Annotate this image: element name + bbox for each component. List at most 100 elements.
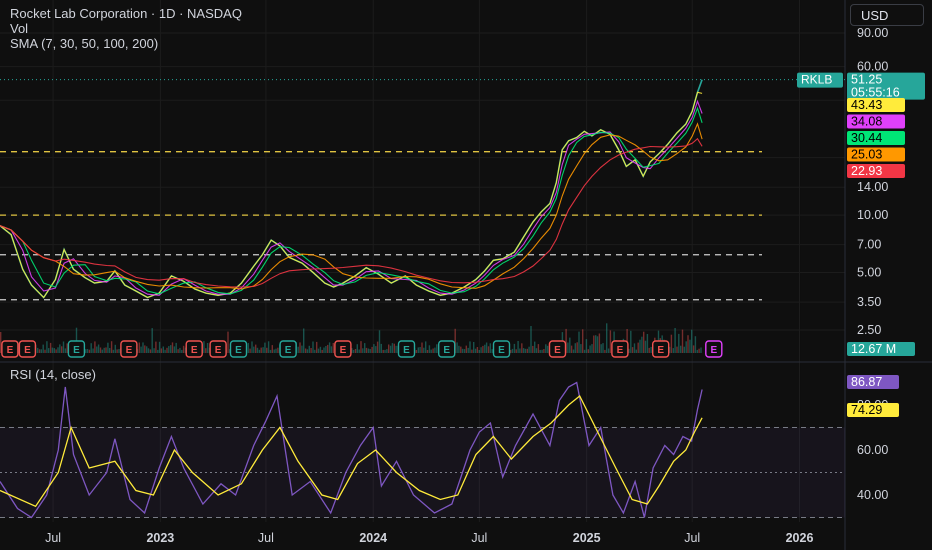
earnings-marker-label[interactable]: E: [443, 345, 450, 356]
volume-bar: [146, 346, 148, 353]
volume-bar: [637, 342, 639, 353]
earnings-marker-label[interactable]: E: [554, 345, 561, 356]
volume-bar: [53, 348, 55, 353]
volume-value-label: 12.67 M: [851, 342, 896, 356]
volume-bar: [591, 344, 593, 353]
volume-bar: [595, 335, 597, 353]
volume-bar: [513, 343, 516, 353]
volume-bar: [105, 347, 107, 353]
volume-bar: [64, 348, 67, 353]
earnings-marker-label[interactable]: E: [126, 345, 133, 356]
volume-bar: [546, 345, 549, 353]
volume-bar: [48, 348, 50, 353]
earnings-marker-label[interactable]: E: [191, 345, 198, 356]
volume-bar: [205, 348, 207, 353]
volume-bar: [696, 349, 698, 353]
volume-bar: [521, 343, 523, 353]
earnings-marker-label[interactable]: E: [215, 345, 222, 356]
volume-bar: [62, 341, 65, 353]
price-tick-label: 2.50: [857, 323, 881, 337]
volume-bar: [585, 339, 588, 353]
volume-bar: [138, 342, 140, 353]
sma-line: [0, 137, 703, 288]
earnings-marker-label[interactable]: E: [235, 345, 242, 356]
volume-bar: [55, 349, 57, 353]
volume-bar: [650, 347, 652, 353]
volume-bar: [177, 349, 179, 353]
volume-bar: [683, 346, 685, 353]
volume-bar: [365, 347, 368, 353]
volume-bar: [458, 345, 460, 353]
volume-bar: [510, 349, 512, 353]
volume-bar: [700, 347, 702, 353]
volume-bar: [168, 346, 170, 353]
volume-bar: [356, 344, 358, 353]
earnings-marker-label[interactable]: E: [7, 345, 14, 356]
time-axis[interactable]: Jul 2023 Jul 2024 Jul 2025 Jul 2026: [45, 531, 813, 545]
volume-bar: [227, 331, 229, 353]
chart-title: Rocket Lab Corporation · 1D · NASDAQ: [10, 6, 242, 21]
volume-bar: [515, 349, 517, 353]
volume-bar: [386, 349, 388, 353]
earnings-marker-label[interactable]: E: [617, 345, 624, 356]
volume-bar: [648, 347, 650, 353]
volume-bar: [574, 343, 576, 353]
volume-bar: [423, 347, 425, 353]
volume-bar: [86, 349, 89, 353]
price-chart[interactable]: EEEEEEEEEEEEEEEE 90.0060.0040.0020.0014.…: [0, 0, 932, 550]
earnings-marker-label[interactable]: E: [710, 345, 717, 356]
volume-bar: [66, 343, 68, 353]
volume-bar: [151, 328, 153, 353]
volume-bar: [57, 347, 59, 353]
volume-bar: [107, 342, 109, 353]
earnings-marker-label[interactable]: E: [657, 345, 664, 356]
volume-bar: [543, 349, 545, 353]
sma-legend[interactable]: SMA (7, 30, 50, 100, 200): [10, 36, 158, 51]
volume-bar: [389, 345, 392, 353]
earnings-marker-label[interactable]: E: [403, 345, 410, 356]
volume-bar: [434, 347, 436, 353]
sma-lines: [0, 91, 703, 299]
volume-bar: [142, 342, 144, 353]
volume-bar: [297, 346, 299, 353]
rsi-legend[interactable]: RSI (14, close): [10, 367, 96, 382]
volume-bar: [103, 347, 105, 353]
currency-button[interactable]: USD: [850, 4, 924, 26]
volume-bar: [689, 339, 691, 353]
rsi-value-label: 86.87: [851, 375, 882, 389]
earnings-marker-label[interactable]: E: [285, 345, 292, 356]
volume-bar: [362, 348, 364, 353]
earnings-marker-label[interactable]: E: [24, 345, 31, 356]
volume-bar: [332, 343, 334, 353]
volume-bar: [88, 349, 91, 353]
volume-bar: [255, 344, 257, 353]
volume-bar: [415, 350, 418, 353]
earnings-marker-label[interactable]: E: [340, 345, 347, 356]
volume-bar: [534, 341, 536, 353]
volume-bar: [378, 330, 381, 353]
earnings-marker-label[interactable]: E: [498, 345, 505, 356]
price-tick-label: 5.00: [857, 266, 881, 280]
volume-bar: [607, 348, 610, 353]
time-tick-label: Jul: [45, 531, 61, 545]
volume-bar: [430, 349, 432, 353]
volume-bar: [600, 344, 602, 353]
volume-bar: [426, 350, 429, 353]
volume-bar: [109, 348, 111, 353]
volume-bar: [253, 346, 255, 353]
volume-bar: [604, 349, 606, 353]
volume-legend[interactable]: Vol: [10, 21, 28, 36]
volume-bar: [487, 346, 490, 353]
volume-bar: [391, 343, 394, 353]
volume-bar: [376, 341, 379, 353]
earnings-marker-label[interactable]: E: [73, 345, 80, 356]
volume-bar: [37, 347, 39, 353]
volume-bar: [144, 345, 146, 353]
time-tick-label: 2026: [786, 531, 814, 545]
volume-bar: [609, 330, 612, 353]
volume-bar: [432, 348, 434, 353]
volume-bar: [269, 349, 272, 353]
volume-bar: [598, 333, 601, 353]
volume-bar: [46, 341, 48, 353]
volume-bar: [328, 342, 331, 353]
